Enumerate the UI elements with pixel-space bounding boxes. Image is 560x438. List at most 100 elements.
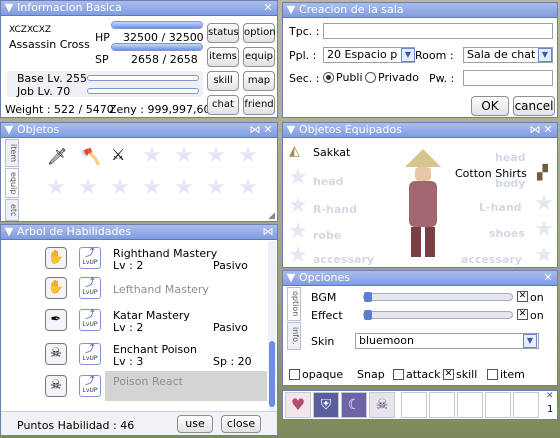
lvup-button[interactable]: ⤴ LvUP bbox=[79, 247, 101, 269]
empty-slot-icon: ★ bbox=[288, 219, 308, 244]
bgm-toggle: on bbox=[530, 291, 544, 304]
items-title: Objetos bbox=[17, 123, 60, 136]
hotbar-slot[interactable] bbox=[457, 392, 483, 418]
skill-row-selected[interactable]: ☠ ⤴ LvUP Poison React bbox=[41, 371, 267, 401]
options-title: Opciones bbox=[299, 271, 350, 284]
lvup-button[interactable]: ⤴ LvUP bbox=[79, 309, 101, 331]
slot-label-accessary-left: accessary bbox=[313, 253, 375, 266]
tab-option[interactable]: option bbox=[287, 287, 301, 321]
chevron-down-icon[interactable]: ▼ bbox=[538, 48, 552, 62]
attack-checkbox[interactable] bbox=[393, 369, 404, 380]
lvup-button[interactable]: ⤴ LvUP bbox=[79, 343, 101, 365]
skill-button[interactable]: skill bbox=[207, 71, 239, 91]
public-label: Publi bbox=[336, 71, 363, 84]
hotbar-slot[interactable] bbox=[401, 392, 427, 418]
skill-row[interactable]: ✋ ⤴ LvUP Lefthand Mastery bbox=[41, 273, 267, 303]
lvup-button[interactable]: ⤴ LvUP bbox=[79, 375, 101, 397]
equip-button[interactable]: equip bbox=[243, 47, 275, 67]
items-titlebar[interactable]: ▼ Objetos ⋈ ✕ bbox=[1, 123, 277, 138]
tab-info[interactable]: info. bbox=[287, 322, 301, 350]
base-level: Base Lv. 255 bbox=[17, 72, 88, 85]
options-titlebar[interactable]: ▼ Opciones ✕ bbox=[283, 271, 557, 286]
minimize-icon[interactable]: ⋈ bbox=[249, 124, 261, 136]
use-button[interactable]: use bbox=[177, 415, 213, 433]
hotbar-slot[interactable]: ☾ bbox=[341, 392, 367, 418]
password-input[interactable] bbox=[463, 70, 553, 86]
close-icon[interactable]: ✕ bbox=[542, 124, 554, 136]
bgm-checkbox[interactable]: ✕ bbox=[517, 291, 528, 302]
hotbar-pin-icon[interactable]: ✕ bbox=[546, 391, 554, 401]
opaque-checkbox[interactable] bbox=[289, 369, 300, 380]
skill-row[interactable]: ✋ ⤴ LvUP Righthand Mastery Lv : 2 Pasivo bbox=[41, 243, 267, 273]
skills-titlebar[interactable]: ▼ Arbol de Habilidades ⋈ bbox=[1, 225, 277, 240]
empty-slot-icon: ★ bbox=[174, 143, 194, 168]
lvup-button[interactable]: ⤴ LvUP bbox=[79, 277, 101, 299]
basic-info-titlebar[interactable]: ▼ Informacion Basica ✕ bbox=[1, 1, 277, 16]
bgm-slider-handle[interactable] bbox=[364, 292, 372, 302]
topic-input[interactable] bbox=[323, 23, 553, 39]
resize-grip-icon[interactable]: ◢ bbox=[268, 211, 275, 221]
minimize-icon[interactable]: ⋈ bbox=[262, 226, 274, 238]
private-radio[interactable] bbox=[365, 72, 376, 83]
skill-checkbox[interactable]: ✕ bbox=[443, 369, 454, 380]
equipment-titlebar[interactable]: ▼ Objetos Equipados ⋈ ✕ bbox=[283, 123, 557, 138]
items-window: ▼ Objetos ⋈ ✕ item equip etc 🗡 🪓 ⚔ ★ ★ ★… bbox=[0, 122, 278, 222]
skin-select[interactable]: bluemoon bbox=[355, 333, 539, 349]
friend-button[interactable]: friend bbox=[243, 95, 275, 115]
skill-row[interactable]: ✒ ⤴ LvUP Katar Mastery Lv : 2 Pasivo bbox=[41, 305, 267, 335]
skill-row[interactable]: ☠ ⤴ LvUP Enchant Poison Lv : 3 Sp : 20 bbox=[41, 339, 267, 369]
skills-title: Arbol de Habilidades bbox=[17, 225, 131, 238]
hotbar-slot[interactable]: ♥ bbox=[285, 392, 311, 418]
hand-icon: ✋ bbox=[45, 277, 67, 299]
hotbar-slot[interactable]: ☠ bbox=[369, 392, 395, 418]
basic-info-title: Informacion Basica bbox=[17, 1, 122, 14]
effect-checkbox[interactable]: ✕ bbox=[517, 309, 528, 320]
cancel-button[interactable]: cancel bbox=[513, 96, 555, 116]
hotbar-slot[interactable]: ⛨ bbox=[313, 392, 339, 418]
poison-skill-icon: ☠ bbox=[375, 397, 389, 413]
chevron-down-icon[interactable]: ▼ bbox=[401, 48, 415, 62]
close-icon[interactable]: ✕ bbox=[262, 124, 274, 136]
skills-scrollbar[interactable] bbox=[268, 241, 276, 411]
map-button[interactable]: map bbox=[243, 71, 275, 91]
hotbar-slot[interactable] bbox=[429, 392, 455, 418]
empty-slot-icon: ★ bbox=[534, 243, 554, 268]
effect-slider[interactable] bbox=[363, 310, 513, 320]
skills-window: ▼ Arbol de Habilidades ⋈ ✋ ⤴ LvUP Rightha… bbox=[0, 224, 278, 436]
axe-item-icon[interactable]: 🪓 bbox=[81, 147, 101, 166]
skill-check-label: skill bbox=[456, 368, 478, 381]
minimize-icon[interactable]: ✕ bbox=[262, 2, 274, 14]
tab-item[interactable]: item bbox=[5, 139, 19, 167]
close-button[interactable]: close bbox=[221, 415, 261, 433]
close-icon[interactable]: ✕ bbox=[542, 272, 554, 284]
minimize-icon[interactable]: ⋈ bbox=[529, 124, 541, 136]
bgm-slider[interactable] bbox=[363, 292, 513, 302]
poison-icon: ☠ bbox=[45, 375, 67, 397]
chatroom-titlebar[interactable]: ▼ Creacion de la sala bbox=[283, 3, 557, 18]
window-icon: ▼ bbox=[4, 123, 14, 136]
skill-level: Lv : 2 bbox=[113, 259, 144, 272]
public-radio[interactable] bbox=[323, 72, 334, 83]
hotbar-page: 1 bbox=[547, 404, 554, 415]
tab-equip[interactable]: equip bbox=[5, 168, 19, 198]
katar-item-icon[interactable]: 🗡 bbox=[47, 147, 67, 166]
item-checkbox[interactable] bbox=[487, 369, 498, 380]
hotbar-slot[interactable] bbox=[513, 392, 539, 418]
dagger-item-icon[interactable]: ⚔ bbox=[111, 145, 125, 164]
items-button[interactable]: items bbox=[207, 47, 239, 67]
status-button[interactable]: status bbox=[207, 23, 239, 43]
chat-button[interactable]: chat bbox=[207, 95, 239, 115]
empty-slot-icon: ★ bbox=[238, 143, 258, 168]
effect-slider-handle[interactable] bbox=[364, 310, 372, 320]
tab-etc[interactable]: etc bbox=[5, 199, 19, 221]
skills-scroll-thumb[interactable] bbox=[269, 341, 275, 407]
chevron-down-icon[interactable]: ▼ bbox=[523, 334, 537, 348]
base-exp-bar bbox=[87, 75, 199, 81]
hotbar-slot[interactable] bbox=[485, 392, 511, 418]
empty-slot-icon: ★ bbox=[206, 175, 226, 200]
slot-label-rhand: R-hand bbox=[313, 203, 357, 216]
skill-name: Lefthand Mastery bbox=[113, 283, 209, 296]
option-button[interactable]: option bbox=[243, 23, 276, 43]
head-left-item[interactable]: Sakkat bbox=[313, 146, 350, 159]
ok-button[interactable]: OK bbox=[471, 96, 509, 116]
